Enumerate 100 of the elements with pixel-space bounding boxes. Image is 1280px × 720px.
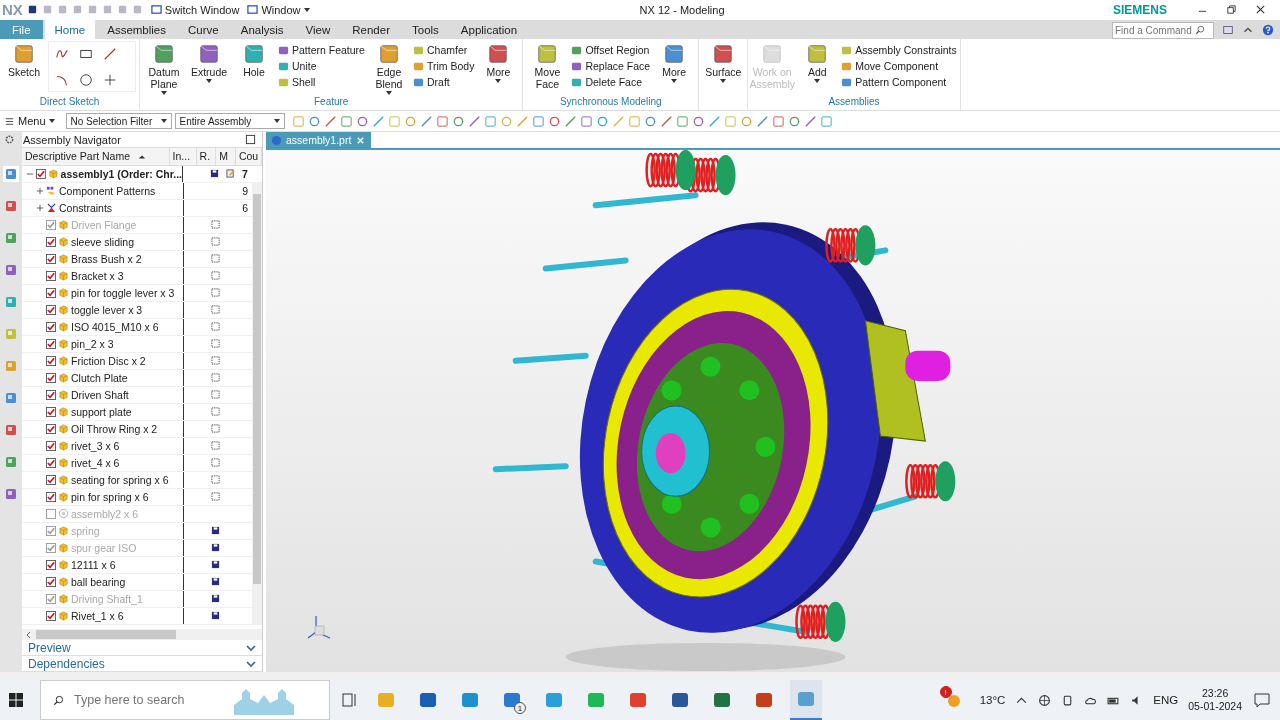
ribbon-button[interactable]: Pattern Feature: [278, 44, 365, 57]
window-button[interactable]: Switch Window: [150, 3, 240, 16]
ribbon-tab[interactable]: View: [295, 19, 341, 40]
part-name[interactable]: pin for toggle lever x 3: [71, 287, 175, 299]
ribbon-tab[interactable]: Render: [342, 19, 400, 40]
ribbon-button[interactable]: Assembly Constraints: [841, 44, 957, 57]
ribbon-button[interactable]: Shell: [278, 76, 365, 89]
part-name[interactable]: seating for spring x 6: [71, 474, 169, 486]
ribbon-tab[interactable]: Application: [450, 19, 528, 40]
part-name[interactable]: ball bearing: [71, 576, 126, 588]
document-icon[interactable]: [670, 690, 690, 710]
close-icon[interactable]: [1255, 4, 1266, 16]
music-icon[interactable]: [586, 690, 606, 710]
part-name[interactable]: Friction Disc x 2: [71, 355, 146, 367]
ribbon-tab[interactable]: Assemblies: [97, 19, 177, 40]
ribbon-tab[interactable]: Tools: [402, 19, 449, 40]
start-icon[interactable]: [8, 692, 24, 708]
checkbox[interactable]: [46, 475, 56, 485]
window-button[interactable]: Window: [247, 3, 310, 16]
clock-date[interactable]: 05-01-2024: [1188, 700, 1242, 713]
language-indicator[interactable]: ENG: [1153, 694, 1179, 706]
ribbon-button[interactable]: Move Component: [841, 60, 957, 73]
sketch-tool-icon[interactable]: [79, 73, 93, 88]
expander-icon[interactable]: [36, 187, 44, 195]
ribbon-button[interactable]: Chamfer: [412, 44, 475, 57]
checkbox[interactable]: [36, 169, 46, 179]
checkbox[interactable]: [46, 339, 56, 349]
part-name[interactable]: pin for spring x 6: [71, 491, 149, 503]
checkbox[interactable]: [46, 407, 56, 417]
ribbon-button[interactable]: Replace Face: [571, 60, 651, 73]
sketch-tool-icon[interactable]: [55, 73, 69, 88]
part-name[interactable]: Rivet_1 x 6: [71, 610, 124, 622]
presentation-icon[interactable]: [754, 690, 774, 710]
part-name[interactable]: assembly1 (Order: Chr...: [60, 168, 182, 180]
part-name[interactable]: rivet_3 x 6: [71, 440, 120, 452]
store-icon[interactable]: [418, 690, 438, 710]
checkbox[interactable]: [46, 373, 56, 383]
part-name[interactable]: sleeve sliding: [71, 236, 135, 248]
ribbon-button[interactable]: Draft: [412, 76, 475, 89]
ribbon-button[interactable]: Pattern Component: [841, 76, 957, 89]
part-name[interactable]: toggle lever x 3: [71, 304, 143, 316]
checkbox[interactable]: [46, 288, 56, 298]
restore-icon[interactable]: [1226, 4, 1237, 16]
checkbox[interactable]: [46, 560, 56, 570]
checkbox[interactable]: [46, 543, 56, 553]
part-name[interactable]: Bracket x 3: [71, 270, 124, 282]
resource-bar-icon[interactable]: [3, 166, 19, 183]
graphics-viewport[interactable]: [266, 150, 1280, 673]
scrollbar-thumb[interactable]: [36, 630, 176, 640]
expander-icon[interactable]: [26, 170, 34, 178]
checkbox[interactable]: [46, 458, 56, 468]
selection-filter-dropdown[interactable]: No Selection Filter: [65, 113, 172, 130]
checkbox[interactable]: [46, 594, 56, 604]
part-name[interactable]: 12111 x 6: [71, 559, 116, 571]
part-name[interactable]: Brass Bush x 2: [71, 253, 142, 265]
ribbon-button[interactable]: More: [653, 41, 696, 97]
toolbar-icon[interactable]: [803, 114, 817, 128]
checkbox[interactable]: [46, 424, 56, 434]
part-name[interactable]: ISO 4015_M10 x 6: [71, 321, 159, 333]
maximize-icon[interactable]: [245, 134, 256, 146]
ribbon-button[interactable]: Unite: [278, 60, 365, 73]
toolbar-icon[interactable]: [467, 114, 481, 128]
checkbox[interactable]: [46, 509, 56, 519]
checkbox[interactable]: [46, 254, 56, 264]
checkbox[interactable]: [46, 441, 56, 451]
menu-button[interactable]: Menu: [4, 115, 55, 128]
toolbar-icon[interactable]: [355, 114, 369, 128]
mail-icon[interactable]: [502, 690, 522, 710]
ribbon-button[interactable]: Extrude: [188, 41, 230, 97]
ribbon-button[interactable]: Surface: [702, 41, 745, 97]
checkbox[interactable]: [46, 237, 56, 247]
column-header[interactable]: M: [216, 148, 236, 165]
checkbox[interactable]: [46, 577, 56, 587]
part-name[interactable]: rivet_4 x 6: [71, 457, 120, 469]
ribbon-button[interactable]: More: [477, 41, 520, 97]
search-field[interactable]: Type here to search: [72, 692, 226, 708]
part-name[interactable]: Clutch Plate: [71, 372, 128, 384]
ribbon-button[interactable]: Edge Blend: [367, 41, 410, 97]
collapsible-section[interactable]: Preview: [22, 641, 262, 657]
browser-icon[interactable]: [628, 690, 648, 710]
help-icon[interactable]: [1262, 23, 1274, 36]
checkbox[interactable]: [46, 492, 56, 502]
ribbon-button[interactable]: Sketch: [3, 41, 45, 97]
expander-icon[interactable]: [36, 204, 44, 212]
ribbon-button[interactable]: Move Face: [526, 41, 569, 97]
scope-dropdown[interactable]: Entire Assembly: [174, 113, 285, 130]
ribbon-button[interactable]: Trim Body: [412, 60, 475, 73]
notifications-icon[interactable]: [1252, 690, 1272, 710]
ribbon-button[interactable]: Delete Face: [571, 76, 651, 89]
ribbon-options-icon[interactable]: [1222, 23, 1234, 36]
globe-icon[interactable]: [1038, 693, 1052, 707]
column-header[interactable]: R.: [196, 148, 217, 165]
toolbar-icon[interactable]: [26, 4, 38, 16]
cad-app-icon[interactable]: [796, 689, 816, 709]
ribbon-button[interactable]: Datum Plane: [143, 41, 185, 97]
settings-icon[interactable]: [4, 134, 15, 146]
part-name[interactable]: pin_2 x 3: [71, 338, 114, 350]
checkbox[interactable]: [46, 220, 56, 230]
checkbox[interactable]: [46, 305, 56, 315]
checkbox[interactable]: [46, 356, 56, 366]
